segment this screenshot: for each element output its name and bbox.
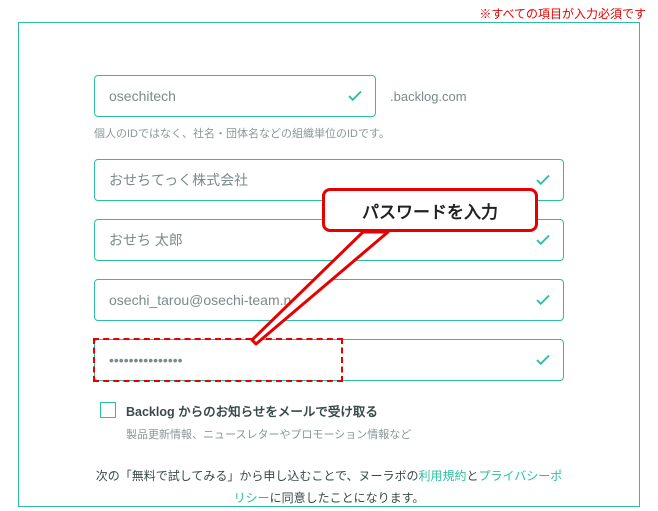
terms-text: 次の「無料で試してみる」から申し込むことで、ヌーラボの利用規約とプライバシーポリ… — [94, 466, 564, 509]
check-icon — [534, 171, 552, 189]
check-icon — [534, 291, 552, 309]
required-note: ※すべての項目が入力必須です — [479, 5, 646, 22]
email-input[interactable] — [94, 279, 564, 321]
newsletter-label: Backlog からのお知らせをメールで受け取る — [126, 401, 378, 420]
password-input[interactable] — [94, 339, 564, 381]
check-icon — [534, 231, 552, 249]
check-icon — [534, 351, 552, 369]
check-icon — [346, 87, 364, 105]
email-block — [94, 279, 564, 321]
terms-link[interactable]: 利用規約 — [419, 469, 467, 483]
callout-bubble: パスワードを入力 — [322, 188, 538, 232]
signup-form-panel: .backlog.com 個人のIDではなく、社名・団体名などの組織単位のIDで… — [18, 22, 640, 507]
password-block — [94, 339, 564, 381]
space-id-input[interactable] — [94, 75, 376, 117]
newsletter-checkbox[interactable] — [100, 402, 116, 418]
space-id-suffix: .backlog.com — [390, 89, 467, 104]
space-id-helper: 個人のIDではなく、社名・団体名などの組織単位のIDです。 — [94, 125, 564, 141]
space-id-wrap — [94, 75, 376, 117]
callout-text: パスワードを入力 — [362, 198, 498, 223]
newsletter-sub: 製品更新情報、ニュースレターやプロモーション情報など — [126, 426, 564, 442]
newsletter-row: Backlog からのお知らせをメールで受け取る — [100, 401, 564, 420]
space-id-row: .backlog.com — [94, 75, 564, 117]
